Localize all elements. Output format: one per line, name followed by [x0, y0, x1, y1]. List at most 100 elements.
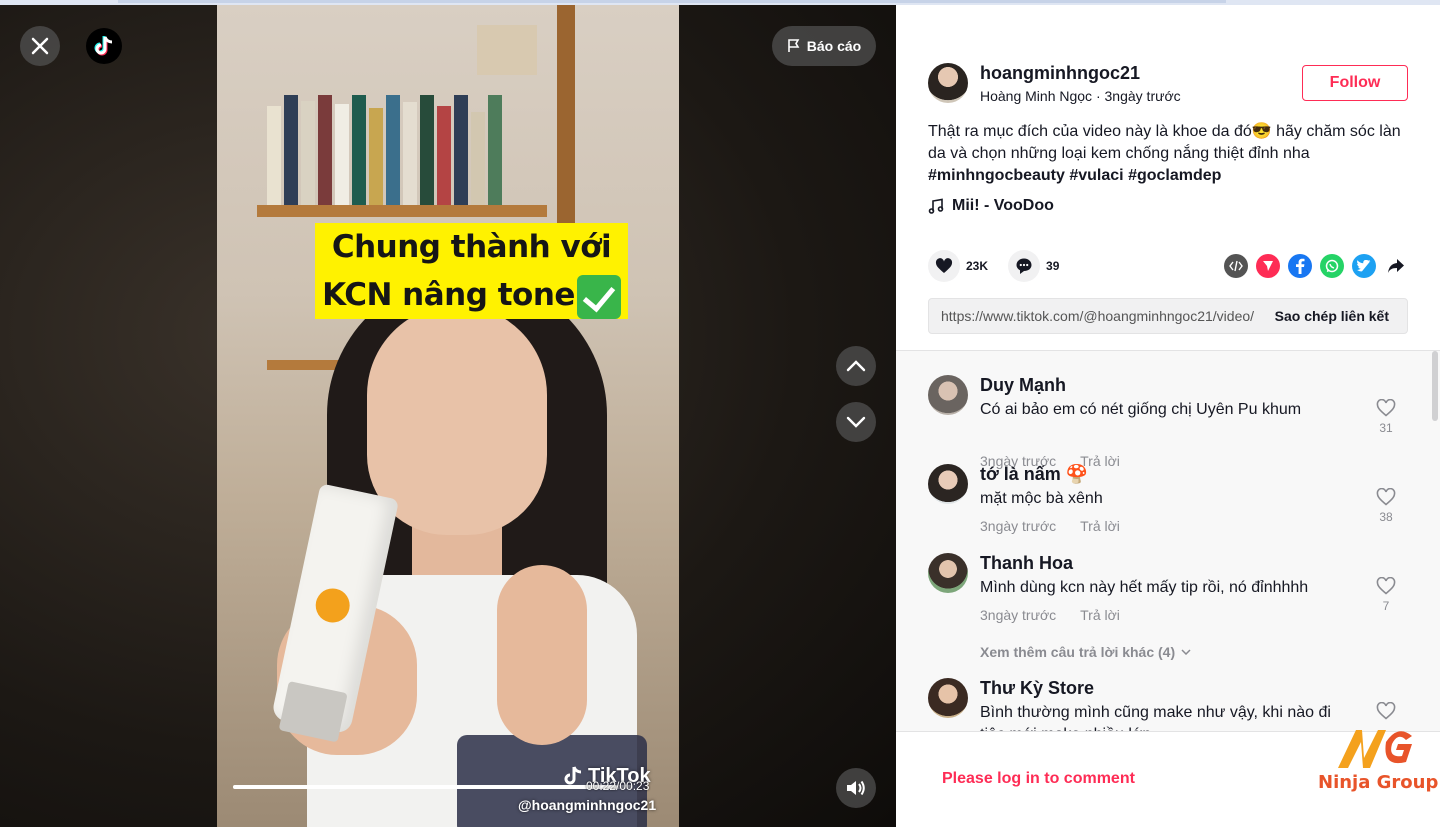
- flag-icon: [787, 39, 800, 52]
- heart-outline-icon: [1376, 577, 1396, 595]
- view-more-replies-button[interactable]: Xem thêm câu trả lời khác (4): [980, 644, 1191, 660]
- commenter-avatar[interactable]: [928, 678, 968, 718]
- video-progress-bar[interactable]: [233, 785, 633, 789]
- chevron-up-icon: [846, 360, 866, 372]
- like-count: 23K: [966, 259, 989, 273]
- comment-text: mặt mộc bà xênh: [980, 490, 1103, 507]
- comments-scrollbar[interactable]: [1432, 351, 1438, 421]
- dot-separator: ·: [1095, 88, 1105, 104]
- video-player[interactable]: Chung thành với KCN nâng tone Báo cáo Ti…: [0, 5, 896, 827]
- engagement-actions: 23K 39: [928, 249, 1079, 283]
- browser-scroll-track: [118, 0, 1226, 3]
- heart-outline-icon: [1376, 488, 1396, 506]
- report-label: Báo cáo: [806, 38, 862, 54]
- speaker-icon: [847, 780, 865, 796]
- heart-outline-icon: [1376, 399, 1396, 417]
- commenter-name[interactable]: Thanh Hoa: [980, 553, 1073, 574]
- comment-like[interactable]: 38: [1368, 488, 1404, 524]
- whatsapp-icon[interactable]: [1320, 254, 1344, 278]
- comment-meta: 3ngày trước Trả lời: [980, 518, 1120, 534]
- report-button[interactable]: Báo cáo: [772, 26, 876, 66]
- book: [352, 95, 366, 205]
- author-username[interactable]: hoangminhngoc21: [980, 63, 1140, 84]
- comment-like-count: 31: [1379, 421, 1393, 435]
- tube-cap: [278, 681, 348, 743]
- tiktok-icon: [94, 36, 113, 56]
- comment-count: 39: [1046, 259, 1060, 273]
- music-title: Mii! - VooDoo: [952, 197, 1054, 214]
- commenter-avatar[interactable]: [928, 464, 968, 504]
- caption-line-1: Chung thành với: [331, 229, 612, 265]
- chevron-down-icon: [1181, 649, 1191, 655]
- comment-time: 3ngày trước: [980, 607, 1057, 623]
- copy-link-button[interactable]: Sao chép liên kết: [1257, 308, 1407, 324]
- comment-text: Có ai bảo em có nét giống chị Uyên Pu kh…: [980, 401, 1302, 418]
- book: [403, 101, 417, 205]
- hashtag-link[interactable]: #vulaci: [1069, 167, 1123, 184]
- book: [284, 95, 298, 205]
- follow-button[interactable]: Follow: [1302, 65, 1408, 101]
- share-arrow-icon[interactable]: [1384, 254, 1408, 278]
- twitter-icon[interactable]: [1352, 254, 1376, 278]
- close-button[interactable]: [20, 26, 60, 66]
- book: [420, 95, 434, 205]
- next-video-button[interactable]: [836, 402, 876, 442]
- book: [437, 106, 451, 205]
- book: [318, 95, 332, 205]
- book: [335, 103, 349, 205]
- commenter-name[interactable]: Duy Mạnh: [980, 375, 1066, 396]
- comments-list[interactable]: Duy Mạnh Có ai bảo em có nét giống chị U…: [896, 351, 1440, 731]
- comment-like[interactable]: 31: [1368, 399, 1404, 435]
- video-caption-overlay: Chung thành với KCN nâng tone: [315, 223, 628, 319]
- comment-like[interactable]: 7: [1368, 577, 1404, 613]
- comment-like-count: 38: [1379, 510, 1393, 524]
- caption-line-2: KCN nâng tone: [322, 271, 621, 319]
- author-display-name: Hoàng Minh Ngọc: [980, 88, 1093, 104]
- author-avatar[interactable]: [928, 63, 968, 103]
- comment-time: 3ngày trước: [980, 518, 1057, 534]
- volume-button[interactable]: [836, 768, 876, 808]
- check-mark-icon: [576, 274, 621, 319]
- comment-text: Mình dùng kcn này hết mấy tip rồi, nó đỉ…: [980, 579, 1309, 596]
- video-link-url[interactable]: https://www.tiktok.com/@hoangminhngoc21/…: [929, 308, 1257, 324]
- login-to-comment-link[interactable]: Please log in to comment: [942, 770, 1135, 788]
- like-button[interactable]: [928, 250, 960, 282]
- comment-text: Bình thường mình cũng make như vậy, khi …: [980, 704, 1331, 731]
- ninja-group-watermark: Ninja Group: [1318, 772, 1439, 793]
- close-icon: [31, 37, 49, 55]
- commenter-name[interactable]: Thư Kỳ Store: [980, 678, 1094, 699]
- reply-button[interactable]: Trả lời: [1080, 607, 1120, 623]
- commenter-avatar[interactable]: [928, 375, 968, 415]
- shelf: [257, 205, 547, 217]
- more-replies-label: Xem thêm câu trả lời khác (4): [980, 644, 1176, 660]
- comment-meta: 3ngày trước Trả lời: [980, 607, 1120, 623]
- thumbs-up-hand: [497, 565, 587, 745]
- share-options: [1224, 254, 1408, 278]
- comment-button[interactable]: [1008, 250, 1041, 282]
- previous-video-button[interactable]: [836, 346, 876, 386]
- facebook-icon[interactable]: [1288, 254, 1312, 278]
- tiktok-logo[interactable]: [86, 28, 122, 64]
- book: [267, 106, 281, 205]
- description-text: Thật ra mục đích của video này là khoe d…: [928, 123, 1401, 162]
- book: [301, 100, 315, 205]
- music-link[interactable]: Mii! - VooDoo: [928, 197, 1054, 215]
- bookshelf-books: [267, 95, 507, 205]
- caption-line-2-text: KCN nâng tone: [322, 277, 575, 313]
- shelf-box: [477, 25, 537, 75]
- chevron-down-icon: [846, 416, 866, 428]
- commenter-avatar[interactable]: [928, 553, 968, 593]
- video-link-box: https://www.tiktok.com/@hoangminhngoc21/…: [928, 298, 1408, 334]
- reply-button[interactable]: Trả lời: [1080, 518, 1120, 534]
- embed-icon[interactable]: [1224, 254, 1248, 278]
- music-note-icon: [928, 198, 944, 214]
- commenter-name[interactable]: tớ là nấm 🍄: [980, 464, 1088, 485]
- video-frame[interactable]: [217, 5, 679, 827]
- hashtag-link[interactable]: #minhngocbeauty: [928, 167, 1065, 184]
- hashtag-link[interactable]: #goclamdep: [1128, 167, 1221, 184]
- send-icon[interactable]: [1256, 254, 1280, 278]
- video-time: 00:22/00:23: [586, 779, 650, 793]
- book: [471, 111, 485, 205]
- book: [454, 95, 468, 205]
- video-description: Thật ra mục đích của video này là khoe d…: [928, 121, 1408, 187]
